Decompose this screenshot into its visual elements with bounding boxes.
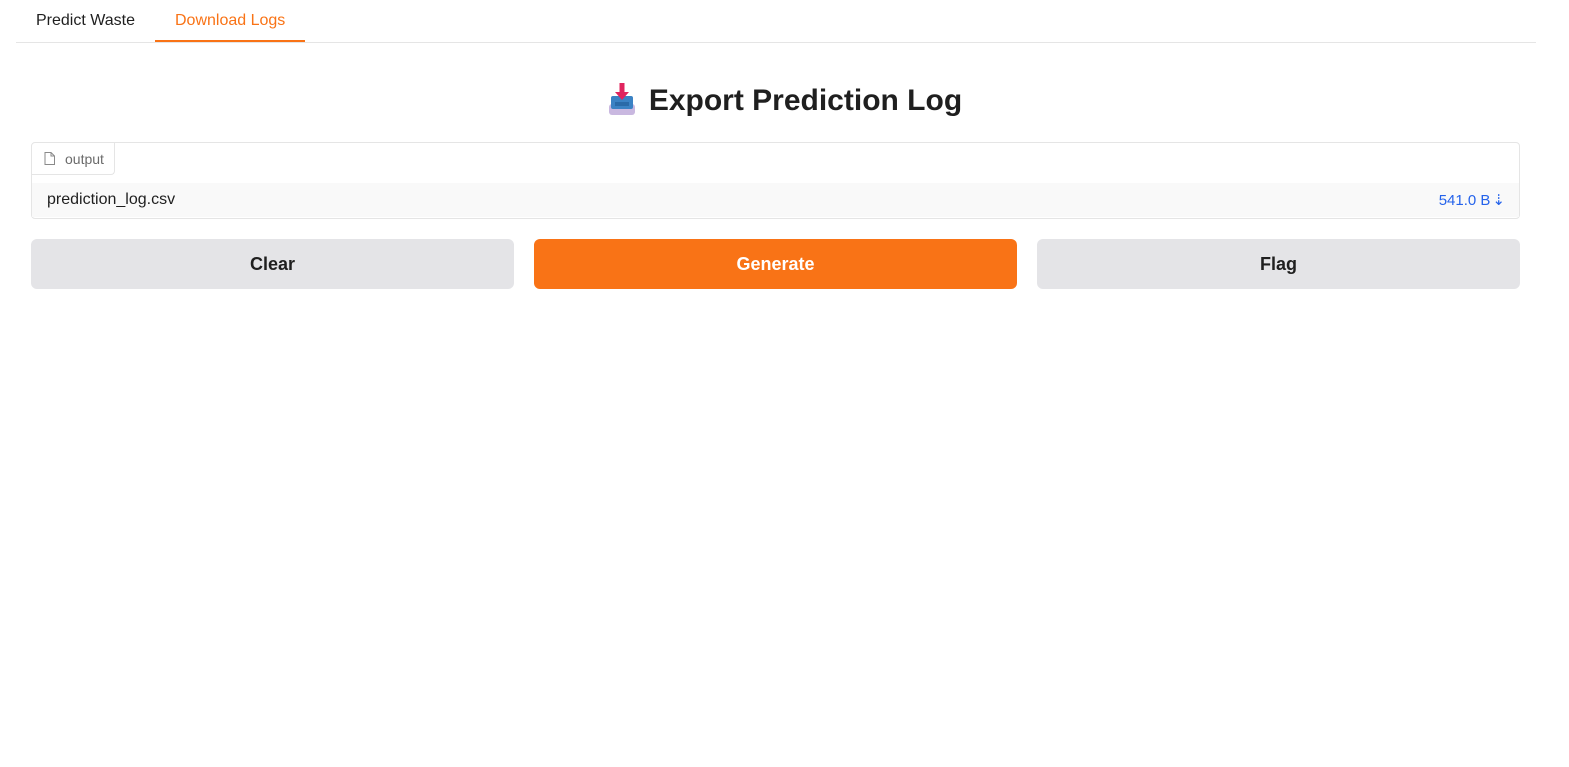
- page-title: Export Prediction Log: [0, 78, 1569, 124]
- tab-download-logs[interactable]: Download Logs: [155, 0, 306, 42]
- tab-predict-waste[interactable]: Predict Waste: [16, 0, 155, 42]
- file-size: 541.0 B: [1438, 191, 1491, 209]
- file-icon: [44, 152, 55, 165]
- generate-button[interactable]: Generate: [534, 239, 1017, 289]
- file-output-label: output: [32, 143, 115, 175]
- download-icon[interactable]: ⇣: [1492, 191, 1505, 209]
- inbox-tray-icon: [608, 83, 635, 116]
- file-row: prediction_log.csv 541.0 B ⇣: [32, 183, 1519, 217]
- file-name: prediction_log.csv: [47, 191, 176, 208]
- file-output-label-text: output: [65, 150, 104, 167]
- file-download-link[interactable]: 541.0 B ⇣: [1438, 191, 1505, 210]
- page-title-text: Export Prediction Log: [648, 84, 963, 117]
- clear-button[interactable]: Clear: [31, 239, 514, 289]
- flag-button[interactable]: Flag: [1037, 239, 1520, 289]
- file-output-panel: output prediction_log.csv 541.0 B ⇣: [31, 142, 1520, 219]
- tab-bar: Predict Waste Download Logs: [16, 0, 1536, 43]
